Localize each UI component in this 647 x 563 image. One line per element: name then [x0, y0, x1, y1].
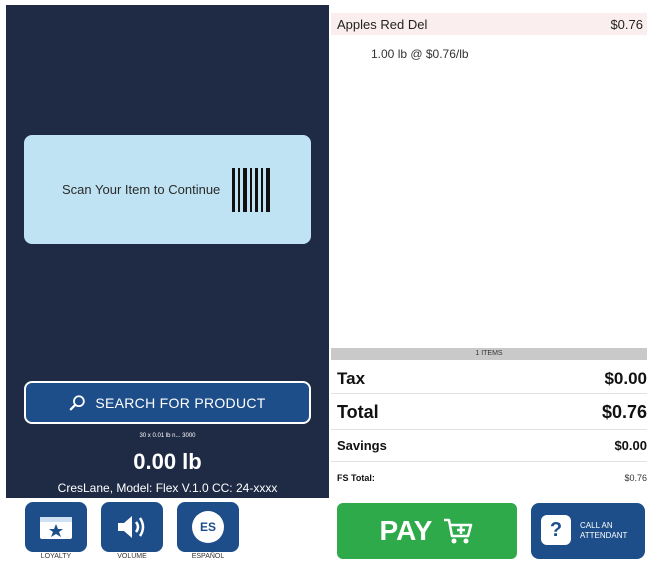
divider	[331, 461, 647, 462]
espanol-label: ESPAÑOL	[191, 553, 225, 560]
item-detail: 1.00 lb @ $0.76/lb	[371, 47, 469, 61]
scale-capacity-text: 30 x 0.01 lb n... 3000	[139, 433, 196, 439]
loyalty-card-icon	[40, 517, 72, 539]
search-for-product-button[interactable]: SEARCH FOR PRODUCT	[24, 381, 311, 424]
divider	[331, 393, 647, 394]
language-es-icon: ES	[192, 511, 224, 543]
scale-weight: 0.00 lb	[133, 449, 202, 474]
volume-icon	[118, 516, 145, 538]
loyalty-label: LOYALTY	[40, 553, 72, 560]
search-icon	[70, 394, 86, 410]
divider	[331, 429, 647, 430]
cart-icon	[444, 518, 473, 544]
item-price: $0.76	[610, 17, 643, 32]
savings-value: $0.00	[614, 438, 647, 453]
barcode-icon	[232, 168, 270, 212]
espanol-button[interactable]: ES	[177, 502, 239, 552]
scan-panel: Scan Your Item to Continue SEARCH FOR PR…	[6, 5, 329, 498]
help-question-icon: ?	[541, 515, 571, 545]
fs-total-label: FS Total:	[337, 473, 375, 483]
call-attendant-label: CALL AN ATTENDANT	[580, 521, 627, 541]
scan-prompt-card: Scan Your Item to Continue	[24, 135, 311, 244]
pay-label: PAY	[379, 515, 433, 546]
search-button-label: SEARCH FOR PRODUCT	[95, 394, 266, 411]
fs-total-value: $0.76	[624, 473, 647, 483]
total-label: Total	[337, 402, 379, 422]
volume-button[interactable]	[101, 502, 163, 552]
pay-button[interactable]: PAY	[337, 503, 517, 559]
loyalty-button[interactable]	[25, 502, 87, 552]
tax-label: Tax	[337, 369, 366, 388]
savings-label: Savings	[337, 438, 387, 453]
list-item[interactable]: Apples Red Del $0.76	[331, 13, 647, 35]
call-attendant-button[interactable]: ? CALL AN ATTENDANT	[531, 503, 645, 559]
total-value: $0.76	[601, 402, 647, 422]
scan-prompt-text: Scan Your Item to Continue	[62, 182, 221, 197]
items-count-bar: 1 ITEMS	[331, 348, 647, 360]
tax-value: $0.00	[604, 369, 647, 388]
volume-label: VOLUME	[117, 553, 147, 560]
device-model-info: CresLane, Model: Flex V.1.0 CC: 24-xxxx	[57, 481, 278, 495]
receipt-panel: Apples Red Del $0.76 1.00 lb @ $0.76/lb …	[331, 5, 647, 497]
call-attendant-label-line2: ATTENDANT	[580, 531, 628, 540]
call-attendant-label-line1: CALL AN	[580, 521, 613, 530]
item-name: Apples Red Del	[337, 17, 428, 32]
